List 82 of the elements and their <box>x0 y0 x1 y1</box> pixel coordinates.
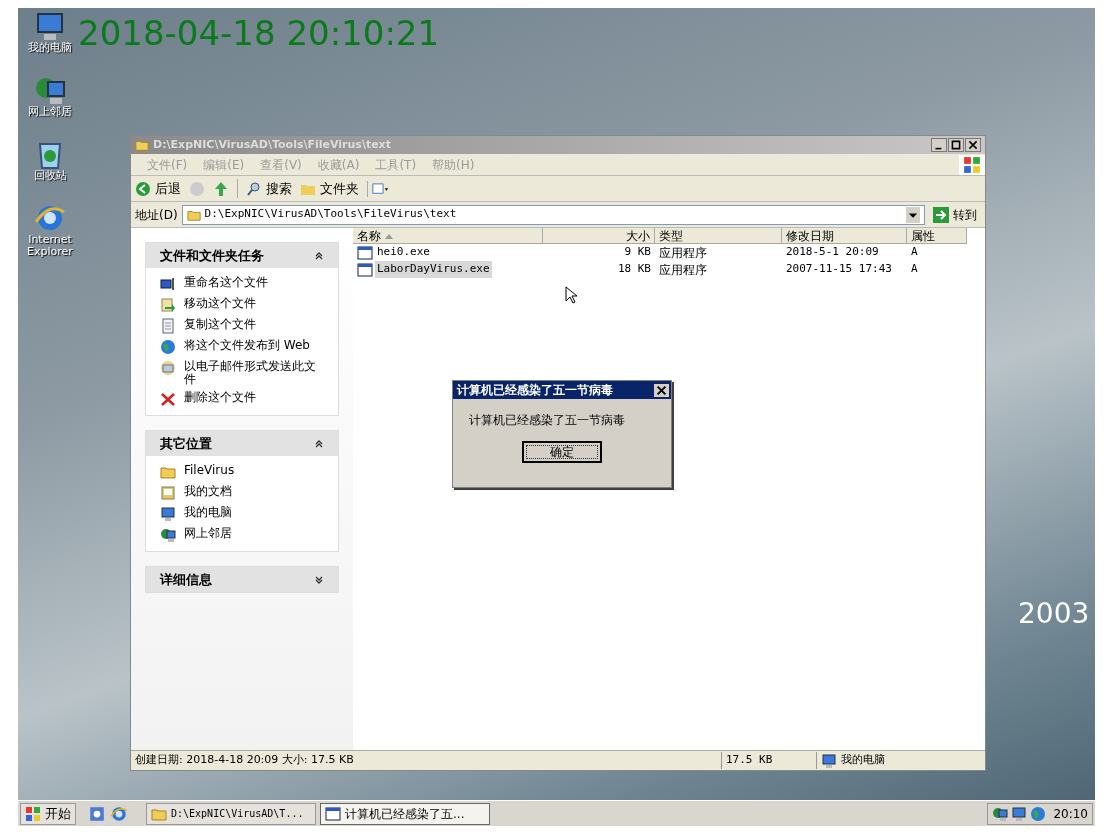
dialog-title: 计算机已经感染了五一节病毒 <box>457 382 613 399</box>
clock-overlay: 2018-04-18 20:10:21 <box>78 16 440 50</box>
windows-logo-icon <box>25 805 41 822</box>
address-label: 地址(D) <box>135 206 178 224</box>
task-link[interactable]: 重命名这个文件 <box>160 276 324 292</box>
documents-icon <box>160 485 176 501</box>
table-cell-text: 2018-5-1 20:09 <box>785 244 880 261</box>
delete-icon <box>160 391 176 407</box>
status-size: 17.5 KB <box>721 752 816 769</box>
address-field[interactable]: D:\ExpNIC\VirusAD\Tools\FileVirus\text <box>181 204 925 225</box>
column-header[interactable]: 名称 <box>353 228 543 244</box>
task-link[interactable]: FileVirus <box>160 464 324 480</box>
close-button[interactable] <box>654 383 669 397</box>
ok-button[interactable]: 确定 <box>522 441 602 463</box>
quick-launch-icon[interactable] <box>88 804 106 823</box>
table-cell-text: A <box>910 244 919 261</box>
minimize-button[interactable] <box>931 138 947 152</box>
collapse-icon[interactable] <box>314 438 324 449</box>
envelope-icon <box>160 360 176 376</box>
collapse-icon[interactable] <box>314 250 324 261</box>
close-button[interactable] <box>965 138 981 152</box>
desktop-icon[interactable]: 网上邻居 <box>18 74 82 118</box>
right-arrow-icon <box>933 206 949 223</box>
folder-icon <box>135 138 149 152</box>
globe-icon <box>160 339 176 355</box>
task-link[interactable]: 将这个文件发布到 Web <box>160 339 324 355</box>
start-button[interactable]: 开始 <box>20 802 76 825</box>
back-button[interactable]: 后退 <box>135 178 181 199</box>
expand-icon[interactable] <box>314 574 324 585</box>
search-icon <box>246 180 262 197</box>
search-button[interactable]: 搜索 <box>237 178 292 199</box>
table-cell-text: 18 KB <box>616 261 652 278</box>
column-header[interactable]: 属性 <box>907 228 967 244</box>
application-icon <box>357 261 373 278</box>
network-computer-icon <box>160 527 176 543</box>
computer-icon <box>1011 805 1028 822</box>
taskbar-button[interactable]: 计算机已经感染了五... <box>320 802 490 825</box>
computer-icon <box>34 10 66 42</box>
column-header[interactable]: 大小 <box>543 228 655 244</box>
windows-logo-icon <box>959 154 985 175</box>
wallpaper-text: 2003 <box>1018 596 1090 632</box>
task-link[interactable]: 以电子邮件形式发送此文件 <box>160 360 324 386</box>
maximize-button[interactable] <box>948 138 964 152</box>
folder-icon <box>160 464 176 480</box>
panel-header[interactable]: 文件和文件夹任务 <box>146 243 338 268</box>
panel-header[interactable]: 详细信息 <box>146 567 338 592</box>
computer-icon <box>160 506 176 522</box>
status-details: 创建日期: 2018-4-18 20:09 大小: 17.5 KB <box>134 752 355 769</box>
window-title: D:\ExpNIC\VirusAD\Tools\FileVirus\text <box>153 136 392 153</box>
task-link[interactable]: 复制这个文件 <box>160 318 324 334</box>
taskbar-button[interactable]: D:\ExpNIC\VirusAD\T... <box>146 802 316 825</box>
go-button[interactable]: 转到 <box>929 205 981 224</box>
desktop-icon[interactable]: 回收站 <box>18 138 82 182</box>
tray-clock: 20:10 <box>1053 805 1088 823</box>
task-link[interactable]: 我的电脑 <box>160 506 324 522</box>
column-header[interactable]: 修改日期 <box>782 228 907 244</box>
monitor-icon <box>160 276 176 292</box>
table-cell-text: 2007-11-15 17:43 <box>785 261 893 278</box>
file-name[interactable]: hei0.exe <box>375 244 432 261</box>
application-icon <box>357 244 373 261</box>
dialog-message: 计算机已经感染了五一节病毒 <box>469 412 626 429</box>
computer-icon <box>821 752 837 769</box>
column-header[interactable]: 类型 <box>655 228 782 244</box>
status-zone: 我的电脑 <box>841 752 885 769</box>
globe-icon <box>1030 805 1047 822</box>
views-icon[interactable] <box>367 180 389 197</box>
file-name[interactable]: LaborDayVirus.exe <box>375 261 492 278</box>
mouse-cursor-icon <box>565 286 577 304</box>
task-link[interactable]: 网上邻居 <box>160 527 324 543</box>
table-cell-text: 应用程序 <box>658 244 708 262</box>
task-link[interactable]: 我的文档 <box>160 485 324 501</box>
browser-icon <box>110 804 128 823</box>
panel-header[interactable]: 其它位置 <box>146 431 338 456</box>
table-cell-text: 应用程序 <box>658 261 708 279</box>
document-icon <box>160 318 176 334</box>
table-cell-text: A <box>910 261 919 278</box>
network-computer-icon <box>992 805 1009 822</box>
folders-button[interactable]: 文件夹 <box>300 178 359 199</box>
task-link[interactable]: 删除这个文件 <box>160 391 324 407</box>
task-link[interactable]: 移动这个文件 <box>160 297 324 313</box>
table-cell-text: 9 KB <box>623 244 652 261</box>
window-icon <box>325 805 341 822</box>
